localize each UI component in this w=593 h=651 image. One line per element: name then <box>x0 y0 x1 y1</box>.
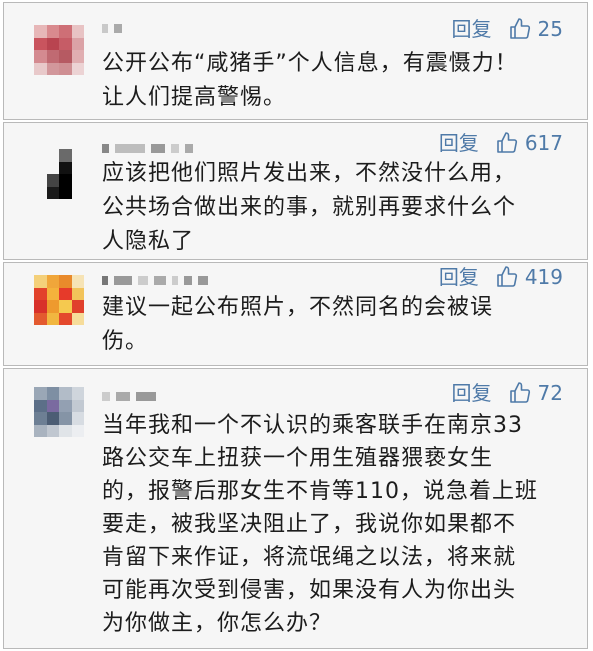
comment-actions: 回复 419 <box>439 265 563 289</box>
comment-actions: 回复 25 <box>452 17 563 41</box>
avatar[interactable] <box>34 25 84 75</box>
avatar[interactable] <box>34 275 84 325</box>
comment-card: 回复 25 公开公布“咸猪手”个人信息，有震慑力！ 让人们提高警惕。 <box>3 2 588 120</box>
like-button[interactable]: 72 <box>508 381 563 405</box>
comment-actions: 回复 617 <box>439 131 563 155</box>
like-count: 25 <box>537 17 563 41</box>
like-count: 419 <box>524 265 563 289</box>
comment-card: 回复 419 建议一起公布照片，不然同名的会被误 伤。 <box>3 262 588 366</box>
comment-feed: 回复 25 公开公布“咸猪手”个人信息，有震慑力！ 让人们提高警惕。 回复 61… <box>3 2 590 649</box>
reply-button[interactable]: 回复 <box>439 265 479 289</box>
reply-button[interactable]: 回复 <box>452 381 492 405</box>
like-button[interactable]: 617 <box>495 131 563 155</box>
comment-text: 公开公布“咸猪手”个人信息，有震慑力！ 让人们提高警惕。 <box>102 51 518 110</box>
comment-actions: 回复 72 <box>452 381 563 405</box>
thumbs-up-icon <box>497 266 517 287</box>
avatar[interactable] <box>34 149 84 199</box>
thumbs-up-icon <box>497 132 517 153</box>
like-button[interactable]: 419 <box>495 265 563 289</box>
comment-text: 当年我和一个不认识的乘客联手在南京33 路公交车上扭获一个用生殖器猥亵女生 的，… <box>102 413 538 636</box>
reply-button[interactable]: 回复 <box>439 131 479 155</box>
reply-button[interactable]: 回复 <box>452 17 492 41</box>
username-blurred[interactable] <box>102 21 122 35</box>
username-blurred[interactable] <box>102 389 156 403</box>
comment-card: 回复 72 当年我和一个不认识的乘客联手在南京33 路公交车上扭获一个用生殖器猥… <box>3 368 588 649</box>
username-blurred[interactable] <box>102 273 208 287</box>
comment-card: 回复 617 应该把他们照片发出来，不然没什么用， 公共场合做出来的事，就别再要… <box>3 122 588 260</box>
like-count: 617 <box>524 131 563 155</box>
comment-text: 建议一起公布照片，不然同名的会被误 伤。 <box>102 295 494 354</box>
avatar[interactable] <box>34 387 84 437</box>
comment-text: 应该把他们照片发出来，不然没什么用， 公共场合做出来的事，就别再要求什么个 人隐… <box>102 161 517 254</box>
thumbs-up-icon <box>509 382 530 403</box>
thumbs-up-icon <box>509 18 530 39</box>
like-count: 72 <box>537 381 563 405</box>
username-blurred[interactable] <box>102 141 193 155</box>
like-button[interactable]: 25 <box>508 17 563 41</box>
